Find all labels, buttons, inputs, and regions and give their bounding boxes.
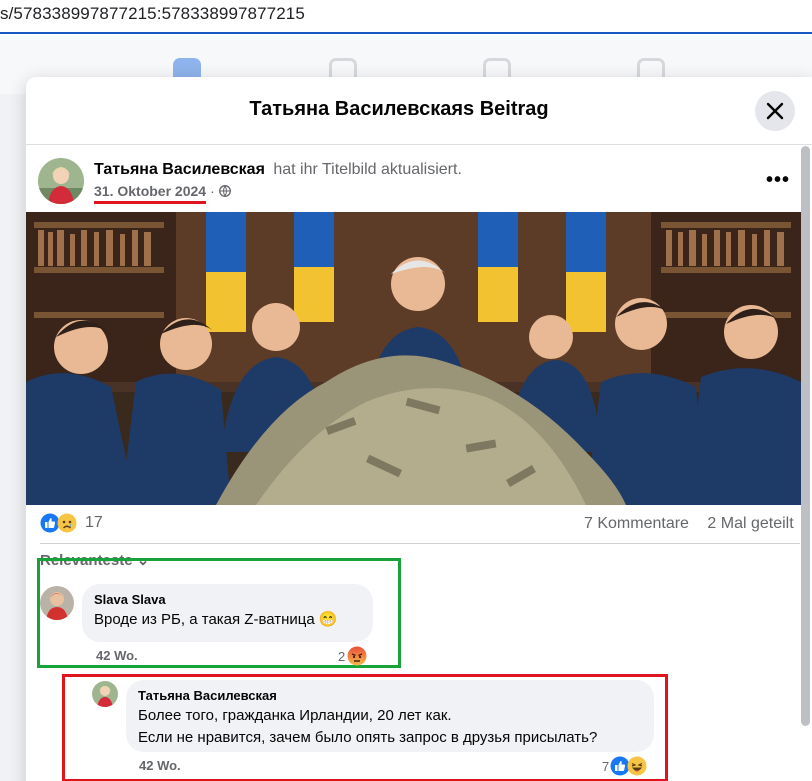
meta-separator: · [210, 183, 215, 199]
comment-reaction-count: 2 [338, 648, 346, 664]
post-action-text: hat ihr Titelbild aktualisiert. [273, 161, 462, 178]
reply-bubble: Татьяна Василевская Более того, гражданк… [126, 680, 654, 752]
reactions-divider [40, 543, 800, 544]
reply-reactions[interactable]: 7 [602, 756, 647, 776]
reply-text-line2: Если не нравится, зачем было опять запро… [138, 729, 598, 746]
globe-icon [218, 185, 231, 197]
commenter-avatar[interactable] [40, 586, 74, 620]
comment-text: Вроде из РБ, а такая Z-ватница 😁 [94, 611, 338, 628]
reply-text-line1: Более того, гражданка Ирландии, 20 лет к… [138, 707, 452, 724]
comment-bubble: Slava Slava Вроде из РБ, а такая Z-ватни… [82, 584, 373, 642]
angry-icon [347, 646, 367, 666]
post-dialog: Татьяна Василевскаяs Beitrag Татьяна Вас… [26, 77, 812, 781]
left-sidebar [0, 94, 26, 781]
laughing-icon [627, 756, 647, 776]
reaction-summary[interactable]: 17 [40, 513, 103, 533]
close-button[interactable] [755, 91, 795, 131]
post-date[interactable]: 31. Oktober 2024 [94, 183, 206, 199]
shares-count-link[interactable]: 2 Mal geteilt [707, 515, 793, 532]
url-text: s/578338997877215:578338997877215 [0, 4, 305, 23]
post-author-name[interactable]: Татьяна Василевская [94, 161, 265, 178]
sad-icon [57, 513, 77, 533]
reply-author[interactable]: Татьяна Василевская [138, 688, 642, 703]
author-avatar[interactable] [38, 158, 84, 204]
close-icon [766, 102, 784, 120]
post-meta: 31. Oktober 2024 · [94, 183, 231, 199]
reply-author-avatar[interactable] [92, 681, 118, 707]
dialog-scrollbar[interactable] [801, 146, 810, 726]
comments-count-link[interactable]: 7 Kommentare [584, 515, 689, 532]
reply-reaction-count: 7 [602, 758, 610, 774]
more-options-button[interactable]: ••• [766, 169, 790, 192]
post-stats: 7 Kommentare 2 Mal geteilt [584, 515, 794, 533]
reaction-count: 17 [85, 514, 103, 531]
reply-timestamp[interactable]: 42 Wo. [139, 758, 181, 773]
dialog-header: Татьяна Василевскаяs Beitrag [26, 77, 812, 145]
post-header-line: Татьяна Василевская hat ihr Titelbild ak… [94, 161, 462, 179]
date-highlight-underline [94, 201, 206, 204]
browser-address-bar[interactable]: s/578338997877215:578338997877215 [0, 0, 812, 34]
post-photo[interactable] [26, 212, 801, 505]
comment-timestamp[interactable]: 42 Wo. [96, 648, 138, 663]
dialog-title: Татьяна Василевскаяs Beitrag [249, 98, 549, 120]
comment-author[interactable]: Slava Slava [94, 592, 361, 607]
comment-reactions[interactable]: 2 [338, 646, 367, 666]
